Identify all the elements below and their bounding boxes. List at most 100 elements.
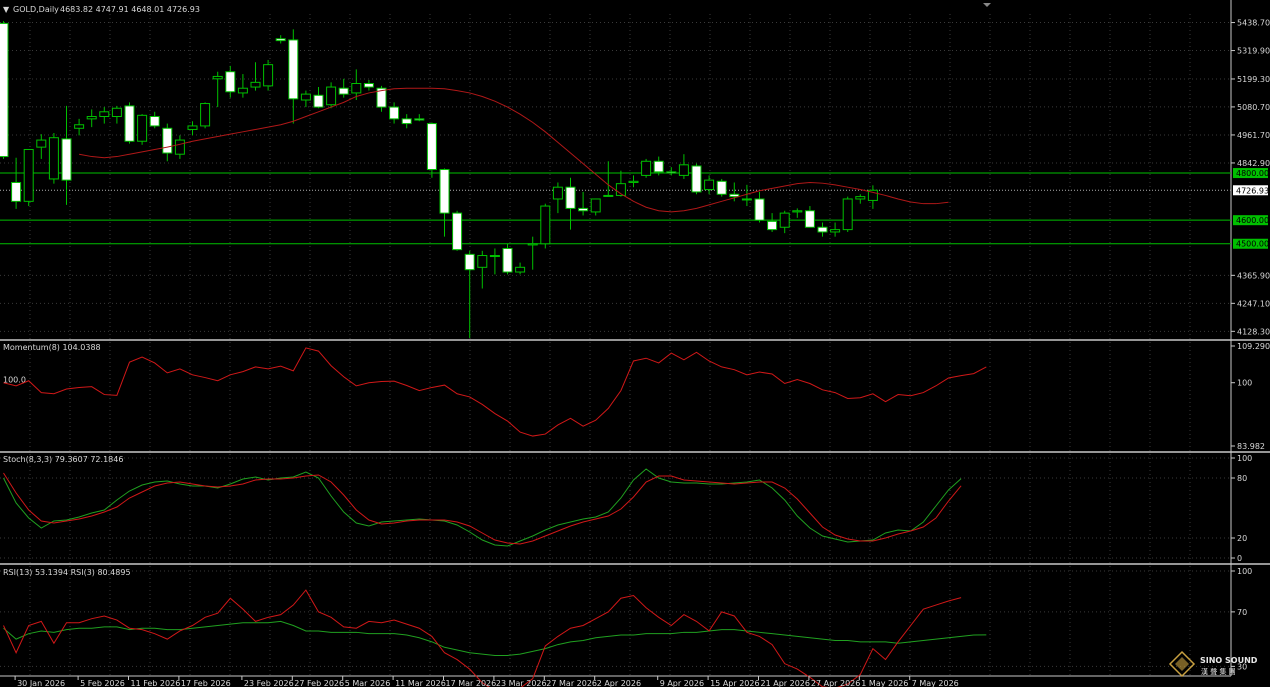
- indicator-tick-label: 100: [1237, 454, 1252, 463]
- candle-body: [439, 169, 450, 214]
- candle-body: [477, 255, 488, 268]
- candle-body: [36, 139, 47, 148]
- candle-body: [666, 171, 677, 174]
- price-level-label: 4500.00: [1236, 240, 1269, 249]
- chart-collapse-icon[interactable]: ▼: [3, 5, 10, 14]
- candle-body: [162, 127, 173, 154]
- candle-body: [842, 198, 853, 231]
- chart-ohlc-label: 4683.82 4747.91 4648.01 4726.93: [60, 5, 200, 14]
- date-tick-label: 23 Feb 2026: [244, 679, 294, 687]
- candle-body: [351, 83, 362, 94]
- candle-body: [628, 180, 639, 183]
- candle-body: [754, 198, 765, 221]
- candle-body: [111, 107, 122, 118]
- candle-body: [830, 229, 841, 233]
- candle-body: [389, 106, 400, 120]
- candle-body: [300, 93, 311, 101]
- momentum-title: Momentum(8) 104.0388: [3, 343, 101, 352]
- indicator-tick-label: 0: [1237, 554, 1242, 563]
- candle-body: [0, 22, 9, 158]
- indicator-tick-label: 20: [1237, 534, 1247, 543]
- date-tick-label: 17 Feb 2026: [181, 679, 231, 687]
- chart-background: [0, 0, 1270, 687]
- candle-body: [653, 160, 664, 173]
- date-tick-label: 15 Apr 2026: [710, 679, 759, 687]
- price-tick-label: 5438.70: [1237, 19, 1270, 28]
- candle-body: [74, 124, 85, 129]
- candle-body: [716, 180, 727, 195]
- candle-body: [741, 198, 752, 201]
- candle-body: [804, 210, 815, 228]
- logo-subtitle: 漢 聲 集 團: [1201, 667, 1236, 676]
- date-tick-label: 1 May 2026: [861, 679, 908, 687]
- rsi-title: RSI(13) 53.1394 RSI(3) 80.4895: [3, 568, 131, 577]
- price-tick-label: 5319.90: [1237, 47, 1270, 56]
- date-tick-label: 17 Mar 2026: [446, 679, 497, 687]
- date-tick-label: 27 Mar 2026: [546, 679, 597, 687]
- date-tick-label: 27 Apr 2026: [811, 679, 860, 687]
- candle-body: [552, 186, 563, 200]
- date-tick-label: 30 Jan 2026: [17, 679, 65, 687]
- candle-body: [174, 139, 185, 155]
- candle-body: [275, 38, 286, 42]
- candle-body: [565, 186, 576, 209]
- candle-body: [99, 111, 110, 118]
- candle-body: [641, 160, 652, 176]
- price-tick-label: 4842.90: [1237, 159, 1270, 168]
- trading-chart[interactable]: 4800.004600.004500.004726.93 100.0 5438.…: [0, 0, 1270, 687]
- candle-body: [401, 118, 412, 125]
- price-tick-label: 5080.70: [1237, 103, 1270, 112]
- candle-body: [779, 212, 790, 228]
- candle-body: [61, 138, 72, 181]
- logo-name: SINO SOUND: [1200, 656, 1258, 665]
- candle-body: [11, 181, 22, 202]
- price-level-label: 4600.00: [1236, 216, 1269, 225]
- date-tick-label: 23 Mar 2026: [496, 679, 547, 687]
- candle-body: [137, 114, 148, 142]
- indicator-tick-label: 80: [1237, 474, 1247, 483]
- candle-body: [704, 179, 715, 191]
- candle-body: [237, 87, 248, 94]
- candle-body: [200, 103, 211, 127]
- candle-body: [464, 253, 475, 271]
- candle-body: [792, 210, 803, 213]
- date-tick-label: 2 Apr 2026: [597, 679, 641, 687]
- price-tick-label: 4961.70: [1237, 131, 1270, 140]
- candle-body: [489, 255, 500, 258]
- price-tick-label: 4128.30: [1237, 327, 1270, 336]
- stoch-title: Stoch(8,3,3) 79.3607 72.1846: [3, 455, 123, 464]
- candle-body: [817, 226, 828, 233]
- date-tick-label: 5 Mar 2026: [345, 679, 391, 687]
- indicator-tick-label: 83.982: [1237, 442, 1265, 451]
- date-tick-label: 5 Feb 2026: [80, 679, 125, 687]
- candle-body: [426, 123, 437, 171]
- candle-body: [212, 75, 223, 80]
- candle-body: [263, 64, 274, 87]
- date-tick-label: 9 Apr 2026: [660, 679, 704, 687]
- candle-body: [149, 116, 160, 127]
- candle-body: [23, 148, 34, 202]
- candle-body: [225, 71, 236, 93]
- candle-body: [540, 205, 551, 245]
- candle-body: [86, 116, 97, 120]
- date-tick-label: 27 Feb 2026: [294, 679, 344, 687]
- indicator-tick-label: 109.2906: [1237, 342, 1270, 351]
- price-tick-label: 5199.30: [1237, 75, 1270, 84]
- candle-body: [527, 243, 538, 246]
- candle-body: [452, 212, 463, 251]
- date-tick-label: 11 Mar 2026: [395, 679, 446, 687]
- indicator-tick-label: 100: [1237, 567, 1252, 576]
- indicator-tick-label: 70: [1237, 608, 1247, 617]
- price-tick-label: 4365.90: [1237, 271, 1270, 280]
- candle-body: [338, 87, 349, 95]
- date-tick-label: 11 Feb 2026: [131, 679, 181, 687]
- candle-body: [313, 94, 324, 108]
- candle-body: [326, 86, 337, 106]
- candle-body: [124, 105, 135, 142]
- indicator-tick-label: 100: [1237, 379, 1252, 388]
- date-tick-label: 21 Apr 2026: [761, 679, 810, 687]
- candle-body: [363, 83, 374, 88]
- candle-body: [603, 194, 614, 197]
- candle-body: [515, 266, 526, 273]
- candle-body: [288, 39, 299, 100]
